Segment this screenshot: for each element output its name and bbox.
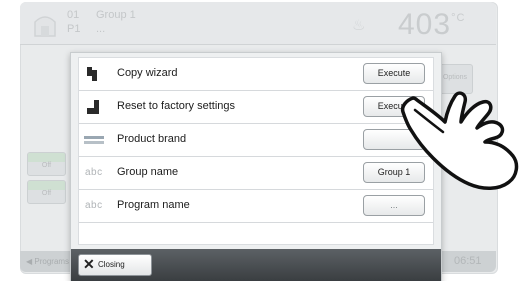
list-item: abc Program name ... (79, 190, 433, 223)
product-brand-logo (84, 136, 104, 144)
close-button[interactable]: ✕ Closing (78, 254, 152, 276)
row-label: Program name (117, 199, 190, 211)
row-label: Product brand (117, 133, 187, 145)
row-label: Group name (117, 166, 179, 178)
temperature-display: 403°C (398, 8, 466, 41)
program-number: 01 P1 (67, 9, 81, 35)
screen: 01 P1 Group 1 ... ♨ 403°C Off Off Option… (0, 0, 524, 281)
dialog-footer: ✕ Closing (71, 249, 441, 281)
copy-wizard-icon (87, 67, 97, 81)
close-label: Closing (98, 260, 125, 269)
text-abc-icon: abc (85, 200, 103, 211)
furnace-icon (34, 16, 56, 37)
close-icon: ✕ (83, 256, 95, 272)
heating-icon: ♨ (352, 17, 366, 34)
factory-reset-icon (87, 100, 99, 114)
program-group: Group 1 ... (96, 9, 136, 35)
left-toggle-1[interactable]: Off (27, 152, 66, 176)
row-label: Reset to factory settings (117, 100, 235, 112)
clock: 06:51 (454, 255, 482, 267)
list-item: Copy wizard Execute (79, 58, 433, 91)
pointing-hand-icon (400, 91, 519, 190)
programs-button[interactable]: ◀ Programs (26, 257, 69, 266)
row-label: Copy wizard (117, 67, 178, 79)
settings-dialog: Copy wizard Execute Reset to factory set… (70, 52, 442, 281)
text-abc-icon: abc (85, 167, 103, 178)
left-toggle-2[interactable]: Off (27, 180, 66, 204)
list-item: Product brand (79, 124, 433, 157)
list-item: Reset to factory settings Execute (79, 91, 433, 124)
list-item: abc Group name Group 1 (79, 157, 433, 190)
settings-list: Copy wizard Execute Reset to factory set… (78, 57, 434, 245)
